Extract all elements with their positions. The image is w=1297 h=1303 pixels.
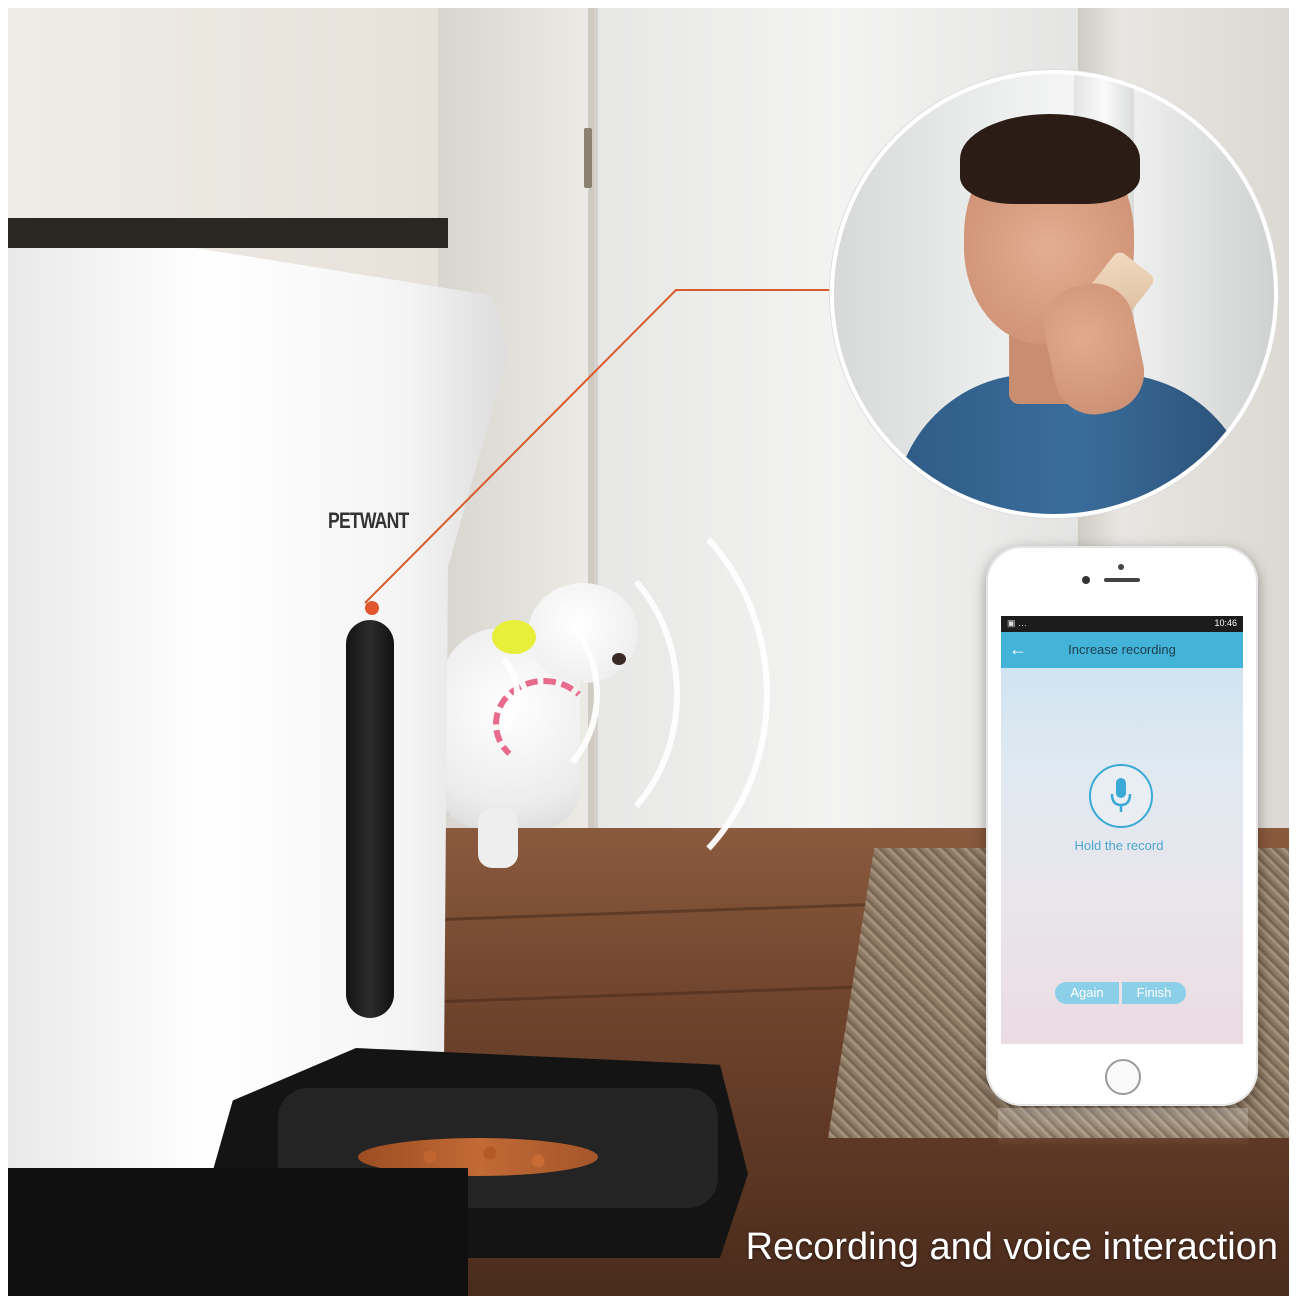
phone-sensor	[1118, 564, 1124, 570]
record-button[interactable]	[1089, 764, 1153, 828]
feeder-base	[8, 1168, 468, 1296]
feeder-microphone-dot	[365, 601, 379, 615]
finish-button[interactable]: Finish	[1122, 982, 1186, 1004]
feeder-brand-logo: PETWANT	[328, 508, 409, 533]
person-inset-circle	[830, 70, 1278, 518]
hold-record-label: Hold the record	[1074, 838, 1164, 853]
back-arrow-icon[interactable]: ←	[1007, 638, 1029, 660]
phone-camera-icon	[1082, 576, 1090, 584]
door-hinge	[584, 128, 592, 188]
phone-reflection	[998, 1108, 1248, 1148]
feeder-food-window	[346, 620, 394, 1018]
smartphone: ▣ … 10:46 Increase recording ← Hold the …	[986, 546, 1258, 1106]
again-button[interactable]: Again	[1055, 982, 1119, 1004]
person-hair	[960, 114, 1140, 204]
microphone-icon	[1110, 778, 1132, 812]
phone-speaker	[1104, 578, 1140, 582]
status-bar: ▣ … 10:46	[1001, 616, 1243, 632]
caption: Recording and voice interaction	[745, 1226, 1278, 1268]
product-scene: PETWANT ▣ … 10:46 Increase recording ← H…	[8, 8, 1289, 1296]
phone-screen: ▣ … 10:46 Increase recording ← Hold the …	[1001, 616, 1243, 1044]
status-icons: ▣ …	[1007, 618, 1028, 628]
app-header: Increase recording ←	[1001, 632, 1243, 668]
sound-wave	[388, 478, 770, 910]
phone-home-button[interactable]	[1105, 1059, 1141, 1095]
app-title: Increase recording	[1068, 642, 1176, 657]
status-time: 10:46	[1214, 618, 1237, 628]
pet-feeder-lid	[8, 218, 448, 248]
